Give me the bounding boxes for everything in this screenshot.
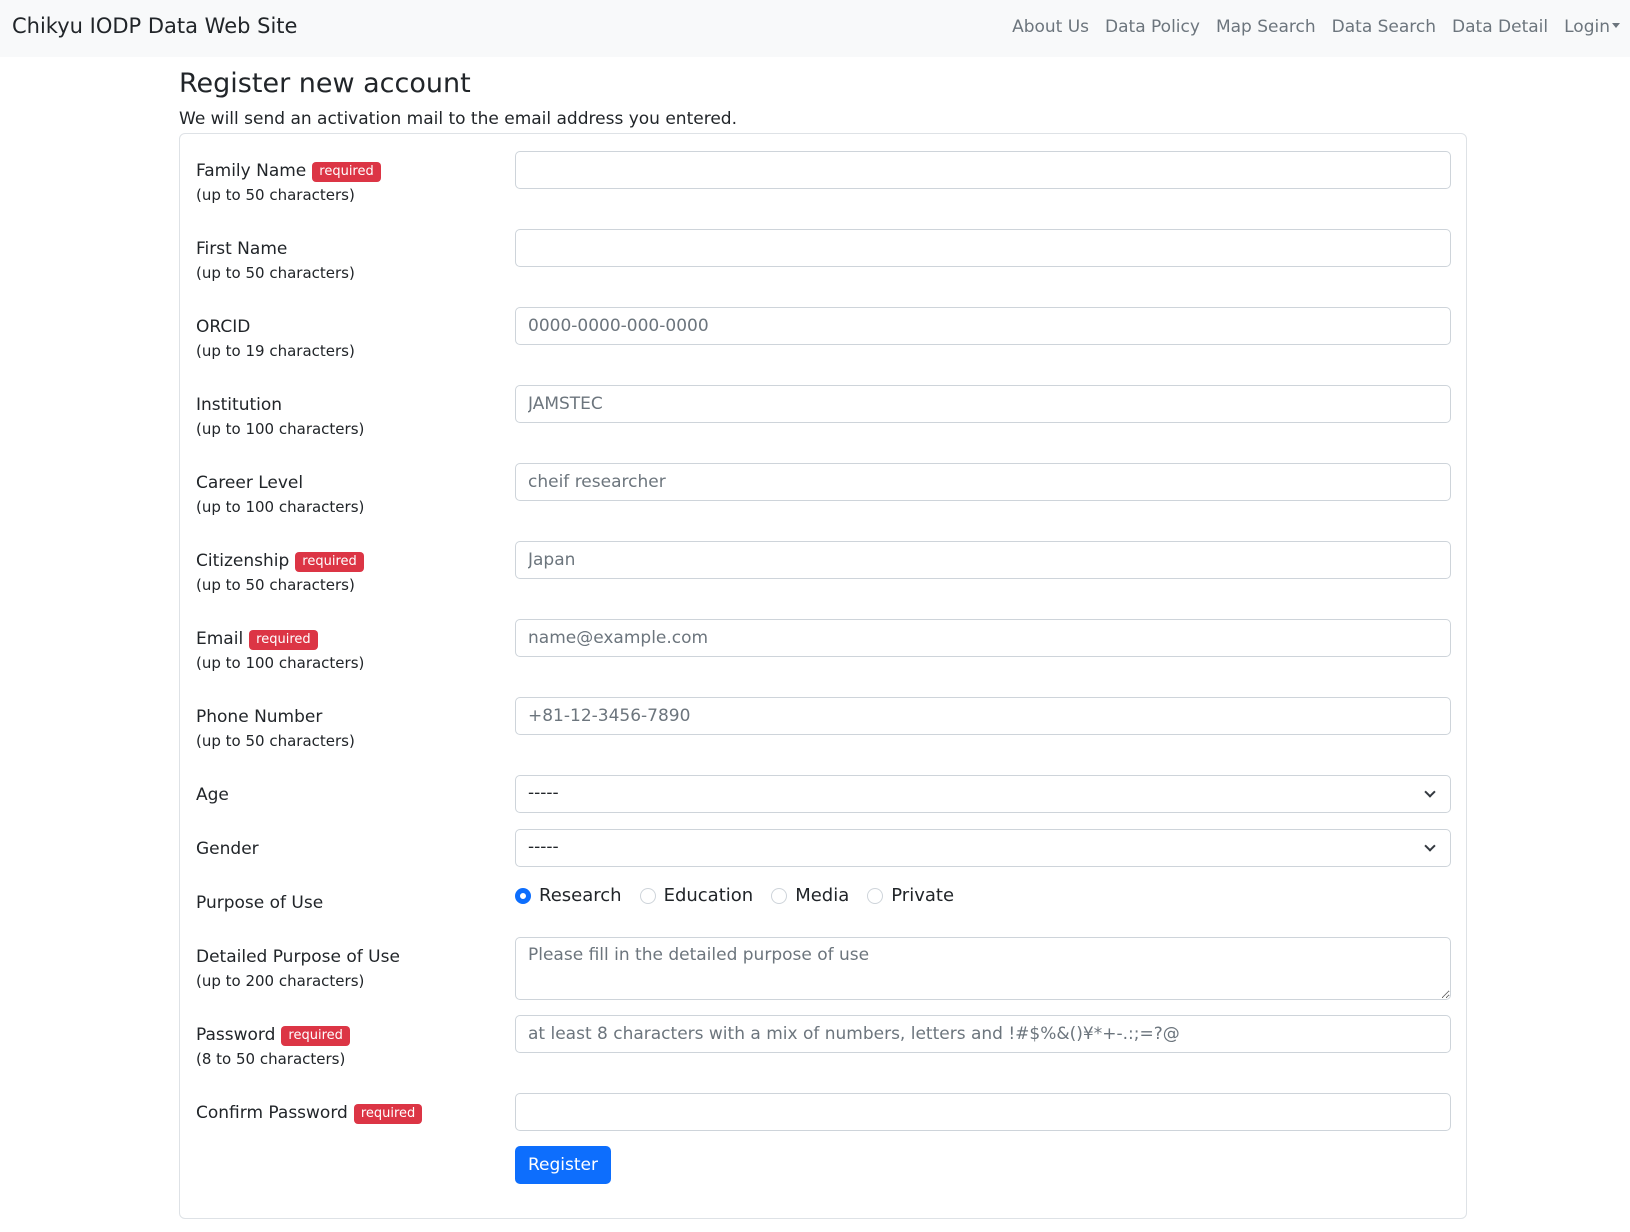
institution-hint: (up to 100 characters) (196, 420, 365, 438)
radio-unchecked-icon[interactable] (639, 887, 656, 904)
orcid-hint: (up to 19 characters) (196, 342, 355, 360)
page-title: Register new account (179, 68, 471, 99)
phone-hint: (up to 50 characters) (196, 732, 355, 750)
email-label-text: Email (196, 629, 244, 649)
purpose-label: Purpose of Use (196, 893, 324, 913)
required-badge: required (353, 1104, 423, 1124)
career-level-hint: (up to 100 characters) (196, 498, 365, 516)
family-name-hint: (up to 50 characters) (196, 186, 355, 204)
radio-checked-icon[interactable] (515, 887, 531, 904)
required-badge: required (249, 630, 318, 650)
register-form-card: Family Name required (up to 50 characters… (179, 133, 1467, 1219)
age-label: Age (196, 785, 229, 805)
gender-label: Gender (196, 839, 259, 859)
purpose-option-media[interactable]: Media (771, 885, 849, 906)
password-label-text: Password (196, 1025, 276, 1045)
career-level-label: Career Level (up to 100 characters) (196, 472, 364, 517)
nav-about-us[interactable]: About Us (1012, 17, 1089, 37)
phone-label: Phone Number (up to 50 characters) (196, 706, 355, 751)
citizenship-label-text: Citizenship (196, 551, 290, 571)
navbar: Chikyu IODP Data Web Site About Us Data … (0, 0, 1630, 57)
first-name-input[interactable] (515, 229, 1451, 267)
age-select[interactable]: ----- (515, 775, 1451, 813)
required-badge: required (312, 162, 381, 182)
institution-label-text: Institution (196, 395, 283, 415)
detailed-purpose-textarea[interactable] (515, 937, 1451, 1000)
nav-login-dropdown[interactable]: Login (1564, 17, 1620, 37)
confirm-password-label: Confirm Password required (196, 1102, 423, 1124)
nav-map-search[interactable]: Map Search (1216, 17, 1316, 37)
purpose-option-label: Private (891, 885, 955, 906)
email-hint: (up to 100 characters) (196, 654, 365, 672)
purpose-option-education[interactable]: Education (639, 885, 754, 906)
gender-selected-value: ----- (528, 837, 559, 857)
first-name-label: First Name (up to 50 characters) (196, 238, 355, 283)
site-brand[interactable]: Chikyu IODP Data Web Site (12, 14, 297, 38)
purpose-option-label: Education (663, 885, 754, 906)
first-name-hint: (up to 50 characters) (196, 264, 355, 282)
purpose-option-research[interactable]: Research (515, 885, 622, 906)
age-selected-value: ----- (528, 783, 559, 803)
radio-unchecked-icon[interactable] (867, 887, 884, 904)
confirm-password-label-text: Confirm Password (196, 1103, 348, 1123)
family-name-input[interactable] (515, 151, 1451, 189)
detailed-purpose-label-text: Detailed Purpose of Use (196, 947, 400, 967)
citizenship-hint: (up to 50 characters) (196, 576, 355, 594)
password-hint: (8 to 50 characters) (196, 1050, 346, 1068)
purpose-radio-group: Research Education Media Private (515, 885, 954, 906)
nav-data-policy[interactable]: Data Policy (1105, 17, 1200, 37)
phone-input[interactable] (515, 697, 1451, 735)
required-badge: required (295, 552, 364, 572)
detailed-purpose-label: Detailed Purpose of Use (up to 200 chara… (196, 946, 400, 991)
nav-data-search[interactable]: Data Search (1332, 17, 1436, 37)
orcid-input[interactable] (515, 307, 1451, 345)
family-name-label: Family Name required (up to 50 characters… (196, 160, 381, 205)
confirm-password-input[interactable] (515, 1093, 1451, 1131)
chevron-down-icon (1424, 786, 1436, 798)
purpose-option-private[interactable]: Private (867, 885, 954, 906)
password-label: Password required (8 to 50 characters) (196, 1024, 350, 1069)
nav-data-detail[interactable]: Data Detail (1452, 17, 1548, 37)
radio-unchecked-icon[interactable] (771, 887, 788, 904)
citizenship-label: Citizenship required (up to 50 characters… (196, 550, 364, 595)
detailed-purpose-hint: (up to 200 characters) (196, 972, 365, 990)
citizenship-input[interactable] (515, 541, 1451, 579)
gender-select[interactable]: ----- (515, 829, 1451, 867)
required-badge: required (281, 1026, 350, 1046)
page-intro: We will send an activation mail to the e… (179, 109, 737, 129)
nav-login-label: Login (1564, 17, 1610, 37)
password-input[interactable] (515, 1015, 1451, 1053)
email-input[interactable] (515, 619, 1451, 657)
family-name-label-text: Family Name (196, 161, 307, 181)
chevron-down-icon (1424, 840, 1436, 852)
register-button[interactable]: Register (515, 1146, 611, 1184)
phone-label-text: Phone Number (196, 707, 323, 727)
career-level-input[interactable] (515, 463, 1451, 501)
email-label: Email required (up to 100 characters) (196, 628, 364, 673)
career-level-label-text: Career Level (196, 473, 304, 493)
orcid-label: ORCID (up to 19 characters) (196, 316, 355, 361)
institution-input[interactable] (515, 385, 1451, 423)
institution-label: Institution (up to 100 characters) (196, 394, 364, 439)
purpose-option-label: Research (539, 885, 622, 906)
first-name-label-text: First Name (196, 239, 288, 259)
orcid-label-text: ORCID (196, 317, 251, 337)
nav-links: About Us Data Policy Map Search Data Sea… (1012, 17, 1620, 37)
caret-down-icon (1612, 23, 1620, 28)
purpose-option-label: Media (795, 885, 850, 906)
